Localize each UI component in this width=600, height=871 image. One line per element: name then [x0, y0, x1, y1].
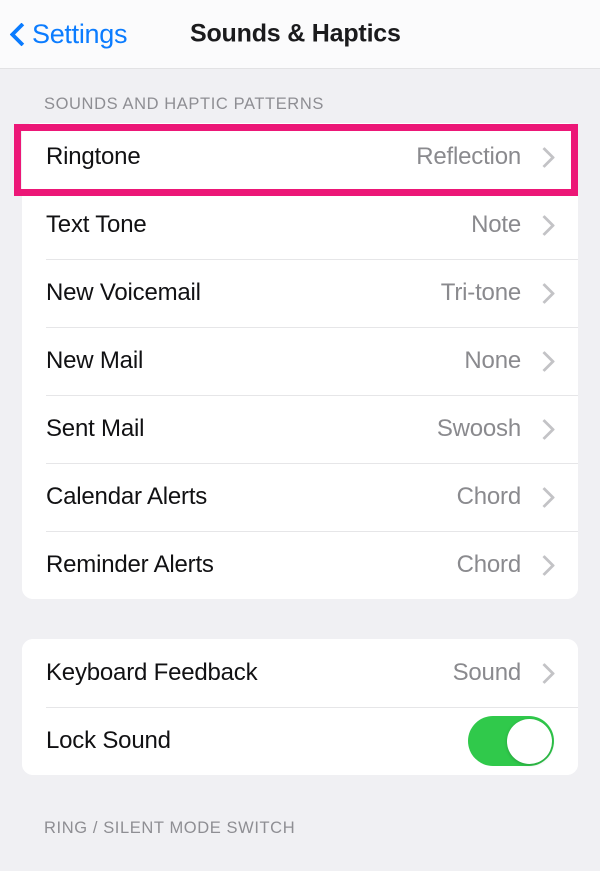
- row-value: Sound: [452, 659, 522, 686]
- chevron-right-icon: [537, 214, 550, 236]
- settings-row-keyboard-feedback[interactable]: Keyboard Feedback Sound: [22, 639, 578, 707]
- lock-sound-toggle[interactable]: [468, 716, 554, 766]
- row-label: New Voicemail: [46, 279, 201, 306]
- chevron-left-icon: [10, 21, 25, 47]
- row-label: Sent Mail: [46, 415, 145, 442]
- toggle-knob: [506, 718, 552, 764]
- settings-row-text-tone[interactable]: Text Tone Note: [22, 191, 578, 259]
- back-button-label: Settings: [32, 18, 128, 49]
- chevron-right-icon: [537, 662, 550, 684]
- settings-row-lock-sound[interactable]: Lock Sound: [22, 707, 578, 775]
- row-value: Chord: [456, 551, 522, 578]
- row-value: Swoosh: [436, 415, 521, 442]
- section-header-sounds-and-haptic-patterns: SOUNDS AND HAPTIC PATTERNS: [44, 95, 324, 113]
- chevron-right-icon: [537, 418, 550, 440]
- row-label: Reminder Alerts: [46, 551, 214, 578]
- settings-row-ringtone[interactable]: Ringtone Reflection: [22, 123, 578, 191]
- settings-group-sounds: Ringtone Reflection Text Tone Note New V…: [22, 123, 578, 599]
- row-value: None: [464, 347, 521, 374]
- chevron-right-icon: [537, 282, 550, 304]
- settings-row-calendar-alerts[interactable]: Calendar Alerts Chord: [22, 463, 578, 531]
- row-label: New Mail: [46, 347, 144, 374]
- chevron-right-icon: [537, 486, 550, 508]
- row-label: Text Tone: [46, 211, 147, 238]
- row-value: Tri-tone: [440, 279, 521, 306]
- section-header-ring-silent-mode-switch: RING / SILENT MODE SWITCH: [44, 819, 296, 837]
- settings-group-keyboard-lock: Keyboard Feedback Sound Lock Sound: [22, 639, 578, 775]
- chevron-right-icon: [537, 146, 550, 168]
- row-label: Calendar Alerts: [46, 483, 208, 510]
- row-value: Chord: [456, 483, 522, 510]
- settings-row-reminder-alerts[interactable]: Reminder Alerts Chord: [22, 531, 578, 599]
- settings-row-new-mail[interactable]: New Mail None: [22, 327, 578, 395]
- back-button[interactable]: Settings: [0, 19, 127, 50]
- row-label: Lock Sound: [46, 727, 171, 754]
- row-label: Ringtone: [46, 143, 141, 170]
- settings-scroll-area[interactable]: SOUNDS AND HAPTIC PATTERNS Ringtone Refl…: [0, 69, 600, 871]
- settings-row-new-voicemail[interactable]: New Voicemail Tri-tone: [22, 259, 578, 327]
- settings-row-sent-mail[interactable]: Sent Mail Swoosh: [22, 395, 578, 463]
- row-value: Reflection: [416, 143, 521, 170]
- row-label: Keyboard Feedback: [46, 659, 258, 686]
- row-value: Note: [471, 211, 521, 238]
- chevron-right-icon: [537, 554, 550, 576]
- navigation-bar: Settings Sounds & Haptics: [0, 0, 600, 69]
- chevron-right-icon: [537, 350, 550, 372]
- page-title: Sounds & Haptics: [190, 19, 401, 48]
